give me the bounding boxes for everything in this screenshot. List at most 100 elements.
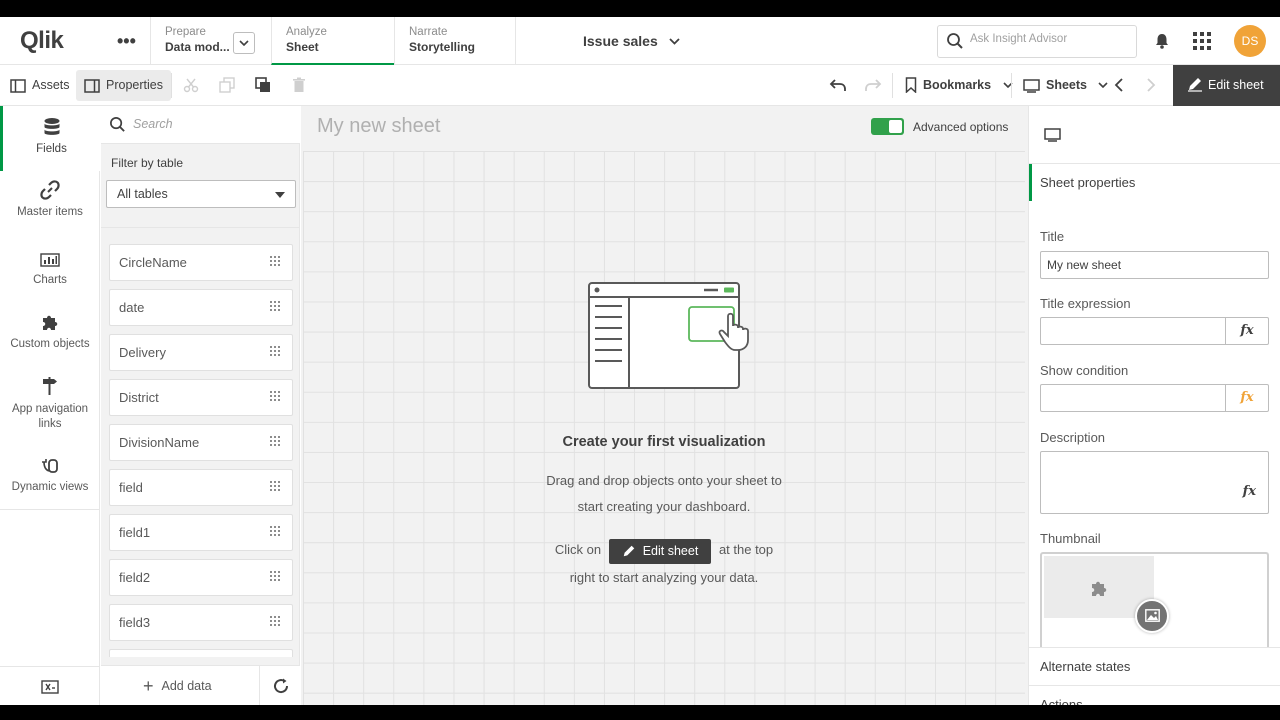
field-name: field3 [119, 615, 151, 630]
drag-handle-icon[interactable] [270, 616, 280, 630]
field-item[interactable]: field2 [109, 559, 293, 596]
drag-handle-icon[interactable] [270, 481, 280, 495]
expression-editor-button[interactable]: fx [1225, 385, 1268, 411]
assets-label: Assets [32, 78, 70, 92]
assets-button[interactable]: Assets [2, 70, 78, 101]
nav-tab-narrate[interactable]: Narrate Storytelling [394, 17, 516, 65]
empty-sheet-illustration [588, 282, 749, 389]
reload-icon [274, 678, 289, 694]
description-textarea[interactable]: fx [1040, 451, 1269, 514]
assets-panel-icon [10, 79, 26, 93]
drag-handle-icon[interactable] [270, 391, 280, 405]
field-item[interactable]: CircleName [109, 244, 293, 281]
prepare-dropdown-button[interactable] [233, 32, 255, 54]
properties-panel-icon [84, 79, 100, 93]
advanced-options-toggle[interactable]: Advanced options [871, 118, 1008, 135]
field-item[interactable]: Delivery [109, 334, 293, 371]
fields-search[interactable] [101, 106, 300, 144]
choose-image-button[interactable] [1135, 599, 1169, 633]
title-expression-label: Title expression [1040, 296, 1131, 311]
nav-tab-prepare-label: Prepare [165, 26, 206, 38]
fields-search-input[interactable] [133, 117, 283, 131]
rail-label-dynamic-views: Dynamic views [11, 481, 89, 493]
drag-handle-icon[interactable] [270, 436, 280, 450]
title-expression-input[interactable]: fx [1040, 317, 1269, 345]
properties-button[interactable]: Properties [76, 70, 171, 101]
drag-handle-icon[interactable] [270, 571, 280, 585]
redo-icon[interactable] [864, 77, 882, 93]
sheet-properties-section[interactable]: Sheet properties [1029, 164, 1280, 201]
alternate-states-section[interactable]: Alternate states [1029, 647, 1280, 685]
rail-item-charts[interactable]: Charts [0, 252, 100, 286]
nav-tab-analyze[interactable]: Analyze Sheet [271, 17, 394, 65]
table-filter-value: All tables [117, 187, 168, 201]
actions-section[interactable]: Actions [1029, 685, 1280, 705]
bookmarks-button[interactable]: Bookmarks [897, 70, 1021, 101]
toggle-switch[interactable] [871, 118, 904, 135]
variable-icon[interactable] [41, 680, 59, 694]
cut-icon[interactable] [183, 77, 199, 93]
copy-icon[interactable] [219, 77, 235, 93]
puzzle-icon [43, 315, 58, 330]
click-prefix: Click on [554, 542, 602, 557]
field-item[interactable]: field3 [109, 604, 293, 641]
insight-advisor-search[interactable] [937, 25, 1137, 58]
title-input[interactable]: My new sheet [1040, 251, 1269, 279]
show-condition-input[interactable]: fx [1040, 384, 1269, 412]
thumbnail-label: Thumbnail [1040, 531, 1101, 546]
sheet-grid[interactable] [303, 151, 1025, 705]
field-name: DivisionName [119, 435, 200, 450]
rail-label-charts: Charts [33, 274, 67, 286]
rail-item-master-items[interactable]: Master items [0, 180, 100, 218]
next-sheet-icon[interactable] [1146, 77, 1156, 93]
expression-editor-button[interactable]: fx [1225, 318, 1268, 344]
field-item[interactable]: field1 [109, 514, 293, 551]
sheet-icon [1023, 79, 1040, 93]
drag-handle-icon[interactable] [270, 301, 280, 315]
drag-handle-icon[interactable] [270, 256, 280, 270]
qlik-logo[interactable]: Qlik [20, 27, 64, 55]
add-data-button[interactable]: + Add data [143, 676, 212, 697]
toolbar-divider [1011, 73, 1012, 98]
properties-panel: Sheet properties Title My new sheet Titl… [1028, 106, 1280, 705]
inline-edit-sheet-button[interactable]: Edit sheet [608, 539, 712, 564]
apps-grid-icon[interactable] [1193, 32, 1211, 50]
more-menu-button[interactable]: ••• [117, 31, 136, 52]
rail-item-app-navigation-links[interactable]: App navigation links [0, 376, 100, 432]
sheets-button[interactable]: Sheets [1015, 70, 1116, 101]
sheet-title[interactable]: My new sheet [317, 115, 440, 138]
signpost-icon [43, 377, 57, 395]
pencil-icon [623, 545, 634, 557]
click-suffix: at the top [718, 542, 774, 557]
drag-handle-icon[interactable] [270, 526, 280, 540]
delete-icon[interactable] [292, 77, 306, 93]
field-item[interactable]: District [109, 379, 293, 416]
drag-handle-icon[interactable] [270, 346, 280, 360]
field-item[interactable]: date [109, 289, 293, 326]
field-item[interactable]: ID [109, 649, 293, 657]
rail-item-custom-objects[interactable]: Custom objects [0, 312, 100, 350]
rail-item-dynamic-views[interactable]: Dynamic views [0, 457, 100, 493]
user-avatar[interactable]: DS [1234, 25, 1266, 57]
reload-button[interactable] [259, 666, 300, 705]
expression-editor-button[interactable]: fx [1243, 484, 1256, 499]
nav-tab-analyze-label: Analyze [286, 26, 327, 38]
app-name-selector[interactable]: Issue sales [583, 33, 680, 49]
nav-tab-prepare[interactable]: Prepare Data mod... [150, 17, 271, 65]
field-name: field1 [119, 525, 151, 540]
edit-sheet-button[interactable]: Edit sheet [1173, 65, 1280, 106]
rail-item-fields[interactable]: Fields [0, 106, 100, 171]
previous-sheet-icon[interactable] [1114, 77, 1124, 93]
bookmarks-label: Bookmarks [923, 78, 992, 92]
field-item[interactable]: DivisionName [109, 424, 293, 461]
add-data-label: Add data [161, 679, 212, 693]
field-item[interactable]: field [109, 469, 293, 506]
undo-icon[interactable] [829, 77, 847, 93]
insight-advisor-input[interactable] [970, 33, 1130, 45]
properties-header [1029, 106, 1280, 164]
chevron-down-icon [239, 40, 249, 47]
table-filter-select[interactable]: All tables [106, 180, 296, 208]
toolbar-divider [892, 73, 893, 98]
bell-icon[interactable] [1153, 32, 1171, 50]
paste-icon[interactable] [255, 77, 271, 93]
